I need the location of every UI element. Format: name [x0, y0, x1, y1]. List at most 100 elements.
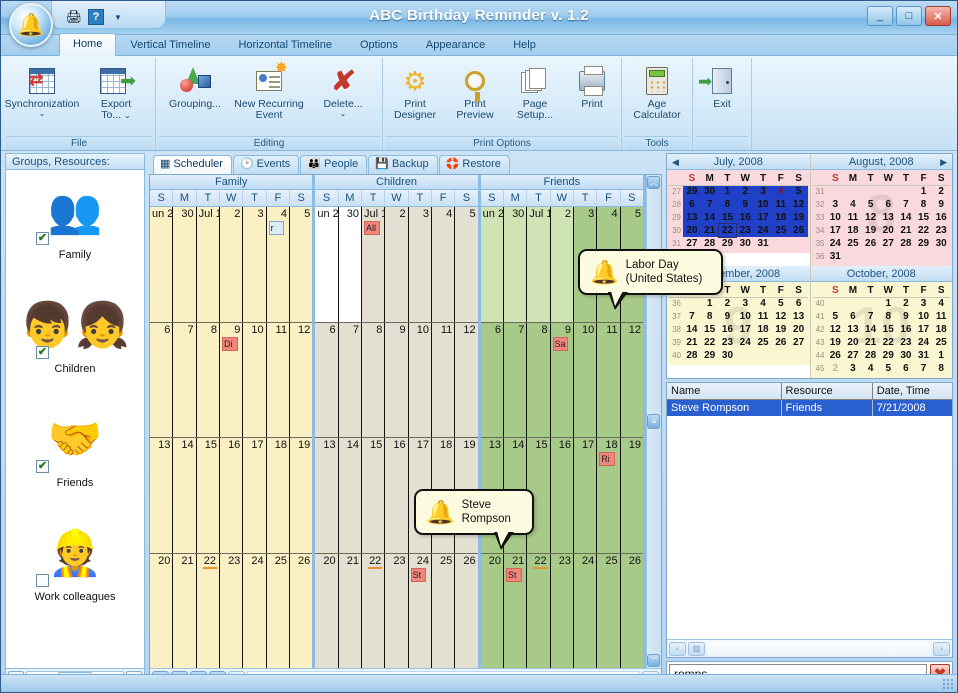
day-cell[interactable]: 4 [431, 207, 456, 322]
event-chip[interactable]: Sa [552, 336, 569, 351]
mini-day[interactable]: 19 [789, 211, 808, 224]
tab-events[interactable]: 🕑 Events [232, 155, 300, 174]
column-header-name[interactable]: Name [667, 383, 782, 400]
mini-day[interactable]: 31 [754, 237, 772, 250]
mini-day[interactable]: 8 [915, 198, 933, 211]
mini-day[interactable]: 21 [683, 336, 701, 349]
mini-day[interactable]: 19 [827, 336, 845, 349]
day-cell[interactable]: 9 Di [219, 322, 244, 437]
day-cell[interactable]: 19 [289, 438, 313, 553]
mini-day[interactable]: 14 [897, 211, 915, 224]
day-cell[interactable]: 15 [196, 438, 220, 553]
day-cell[interactable]: 13 [315, 438, 339, 553]
day-cell[interactable]: Jul 1 [196, 207, 220, 322]
resource-checkbox-children[interactable]: ✔ [36, 346, 49, 359]
mini-day[interactable]: 6 [897, 362, 915, 375]
mini-day[interactable]: 25 [844, 237, 862, 250]
mini-day[interactable]: 19 [772, 323, 790, 336]
day-cell[interactable]: 7 [338, 322, 362, 437]
mini-day[interactable]: 3 [736, 297, 754, 310]
day-cell[interactable]: 20 [150, 553, 174, 668]
mini-day[interactable]: 4 [754, 297, 772, 310]
resource-checkbox-friends[interactable]: ✔ [36, 460, 49, 473]
results-horizontal-scrollbar[interactable]: ‹ ▥ › [667, 639, 952, 657]
event-chip[interactable]: St [410, 567, 427, 582]
mini-day[interactable]: 12 [827, 323, 845, 336]
day-cell[interactable]: 30 [503, 207, 528, 322]
day-cell-today[interactable]: 22 [527, 553, 551, 668]
day-cell[interactable]: 17 [243, 438, 267, 553]
resource-checkbox-family[interactable]: ✔ [36, 232, 49, 245]
day-cell[interactable]: 10 [243, 322, 267, 437]
day-cell[interactable]: un 2 [150, 207, 174, 322]
mini-day[interactable]: 15 [915, 211, 933, 224]
mini-day[interactable]: 6 [844, 310, 862, 323]
mini-day[interactable]: 2 [897, 297, 915, 310]
mini-day-holiday[interactable]: 4 [771, 185, 790, 198]
day-cell[interactable]: 30 [173, 207, 197, 322]
mini-day[interactable]: 7 [683, 310, 701, 323]
mini-day[interactable]: 16 [736, 211, 755, 224]
age-calculator-button[interactable]: Age Calculator [625, 61, 689, 123]
tab-backup[interactable]: 💾 Backup [368, 155, 438, 174]
day-cell[interactable]: 5 [289, 207, 313, 322]
mini-day[interactable]: 29 [683, 185, 701, 198]
export-to-button[interactable]: ➡ Export To... ⌄ [80, 61, 152, 123]
mini-day[interactable]: 3 [915, 297, 933, 310]
day-cell[interactable]: 12 [289, 322, 313, 437]
day-cell[interactable]: 12 [455, 322, 478, 437]
day-cell[interactable]: 16 [550, 438, 574, 553]
day-cell[interactable]: 21 [173, 553, 197, 668]
page-setup-button[interactable]: Page Setup... [506, 61, 564, 123]
resource-checkbox-work-colleagues[interactable] [36, 574, 49, 587]
mini-day[interactable]: 22 [879, 336, 897, 349]
mini-day[interactable]: 19 [862, 224, 880, 237]
mini-day[interactable]: 6 [790, 297, 808, 310]
event-chip[interactable]: Di [221, 336, 238, 351]
day-cell[interactable]: 24 [243, 553, 267, 668]
scroll-down-button[interactable]: ﹀ [647, 654, 661, 667]
mini-day[interactable]: 18 [771, 211, 790, 224]
day-cell[interactable]: 8 [361, 322, 386, 437]
mini-day-holiday[interactable]: 1 [701, 297, 719, 310]
day-cell[interactable]: un 2 [480, 207, 504, 322]
day-cell[interactable]: 11 [266, 322, 290, 437]
mini-day[interactable]: 27 [790, 336, 808, 349]
mini-day[interactable]: 24 [915, 336, 933, 349]
tab-restore[interactable]: 🛟 Restore [438, 155, 510, 174]
day-cell[interactable]: 9 Sa [550, 322, 574, 437]
mini-day-holiday[interactable]: 31 [915, 349, 933, 362]
event-chip[interactable]: Ri [599, 452, 616, 466]
day-cell[interactable]: 26 [620, 553, 643, 668]
mini-day[interactable]: 5 [879, 362, 897, 375]
mini-day[interactable]: 28 [683, 349, 701, 362]
day-cell[interactable]: 21 [338, 553, 362, 668]
day-cell[interactable]: 11 [431, 322, 456, 437]
day-cell[interactable]: 14 [173, 438, 197, 553]
mini-day[interactable]: 1 [932, 349, 950, 362]
results-scroll-right-button[interactable]: › [933, 641, 950, 656]
mini-day[interactable]: 16 [719, 323, 737, 336]
mini-day[interactable]: 18 [932, 323, 950, 336]
mini-day[interactable]: 26 [772, 336, 790, 349]
day-cell[interactable]: 16 [385, 438, 409, 553]
minimize-button[interactable]: _ [867, 6, 893, 26]
mini-day[interactable]: 31 [827, 250, 845, 263]
mini-day[interactable]: 24 [827, 237, 845, 250]
mini-day[interactable]: 8 [932, 362, 950, 375]
mini-day[interactable]: 13 [879, 211, 897, 224]
print-preview-button[interactable]: Print Preview [446, 61, 504, 123]
mini-day[interactable]: 15 [701, 323, 719, 336]
mini-day[interactable]: 15 [879, 323, 897, 336]
mini-day[interactable]: 16 [897, 323, 915, 336]
mini-day[interactable]: 1 [879, 297, 897, 310]
close-button[interactable]: ✕ [925, 6, 951, 26]
mini-day[interactable]: 4 [932, 297, 950, 310]
mini-day[interactable]: 4 [844, 198, 862, 211]
day-cell[interactable]: Jul 1 [527, 207, 551, 322]
mini-day[interactable]: 20 [683, 224, 701, 237]
mini-day[interactable]: 9 [719, 310, 737, 323]
mini-day[interactable]: 14 [683, 323, 701, 336]
mini-day[interactable]: 12 [789, 198, 808, 211]
exit-button[interactable]: ➡ Exit [696, 61, 748, 112]
